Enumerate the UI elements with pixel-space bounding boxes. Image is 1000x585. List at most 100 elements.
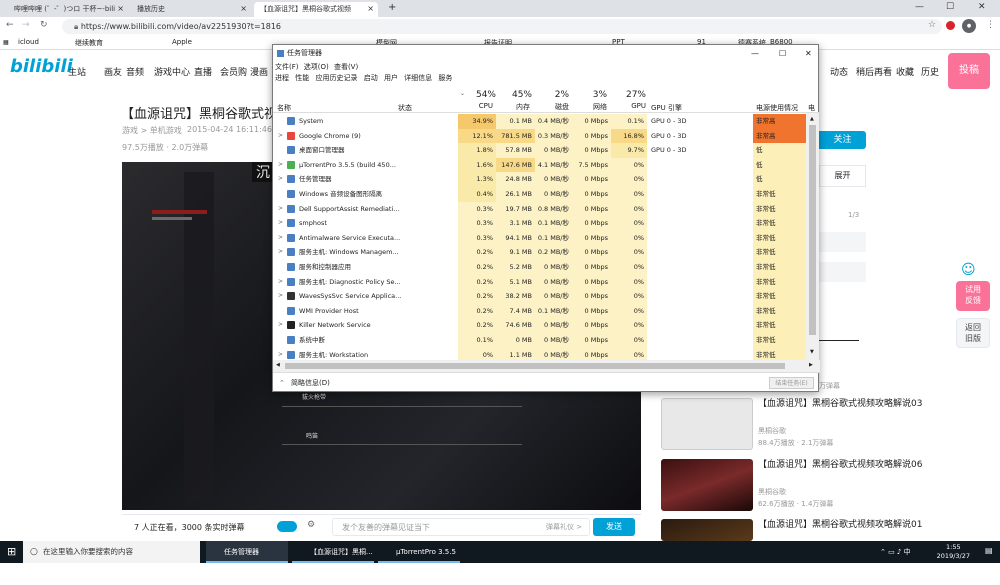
playlist-item[interactable] <box>819 232 866 252</box>
close-window-icon[interactable]: ✕ <box>978 2 986 12</box>
playlist-item[interactable] <box>819 262 866 282</box>
expand-chevron-icon[interactable]: > <box>278 289 283 304</box>
process-row[interactable]: > 服务主机: Diagnostic Policy Se... 0.2% 5.1 MB… <box>273 274 806 290</box>
process-row[interactable]: 系统中断 0.1% 0 MB 0 MB/秒 0 Mbps 0% 非常低 <box>273 333 806 348</box>
expand-chevron-icon[interactable]: > <box>278 275 283 290</box>
expand-chevron-icon[interactable]: > <box>278 129 283 144</box>
process-row[interactable]: > 服务主机: Windows Managem... 0.2% 9.1 MB 0.2 M… <box>273 245 806 260</box>
taskbar-app-chrome[interactable]: 【血源诅咒】黑桐... <box>292 541 374 563</box>
danmaku-toggle[interactable] <box>277 521 297 532</box>
process-row[interactable]: > Google Chrome (9) 12.1% 781.5 MB 0.3 MB/秒 0… <box>273 128 806 144</box>
rec-thumbnail[interactable] <box>661 459 753 511</box>
expand-button[interactable]: 展开 <box>819 165 866 187</box>
process-row[interactable]: > 任务管理器 1.3% 24.8 MB 0 MB/秒 0 Mbps 0% 低 <box>273 172 806 187</box>
video-category[interactable]: 游戏 > 单机游戏 <box>122 125 182 136</box>
menu-options[interactable]: 选项(O) <box>304 63 329 71</box>
close-icon[interactable]: × <box>367 4 374 13</box>
process-row[interactable]: 服务和控制器应用 0.2% 5.2 MB 0 MB/秒 0 Mbps 0% 非常低 <box>273 260 806 275</box>
bilibili-logo[interactable]: bilibili <box>10 56 73 77</box>
rec-title[interactable]: 【血源诅咒】黑桐谷歌式视频攻略解说06 <box>758 459 978 472</box>
notification-icon[interactable]: ▤ <box>985 546 993 555</box>
column-power[interactable]: 电源使用情况 <box>756 103 798 113</box>
nav-favorites[interactable]: 收藏 <box>896 65 914 78</box>
star-icon[interactable]: ☆ <box>928 20 936 30</box>
browser-tab-2[interactable]: 播放历史 × <box>131 2 251 17</box>
follow-button[interactable]: 关注 <box>819 131 866 149</box>
process-row[interactable]: > smphost 0.3% 3.1 MB 0.1 MB/秒 0 Mbps 0% 非常低 <box>273 216 806 231</box>
expand-chevron-icon[interactable]: > <box>278 216 283 231</box>
tab-users[interactable]: 用户 <box>384 74 398 82</box>
column-disk[interactable]: 磁盘 <box>535 102 569 112</box>
minimize-icon[interactable]: — <box>751 45 759 62</box>
maximize-icon[interactable]: ☐ <box>946 2 954 12</box>
tray-icons[interactable]: ⌃ ▭ ♪ 中 <box>880 547 911 557</box>
expand-chevron-icon[interactable]: > <box>278 318 283 333</box>
nav-history[interactable]: 历史 <box>921 65 939 78</box>
tab-app-history[interactable]: 应用历史记录 <box>315 74 357 82</box>
scroll-right-icon[interactable]: ▶ <box>809 362 813 368</box>
tab-services[interactable]: 服务 <box>438 74 452 82</box>
rec-thumbnail[interactable] <box>661 519 753 541</box>
process-row[interactable]: > Dell SupportAssist Remediati... 0.3% 19.7… <box>273 201 806 217</box>
bookmark-continuing-education[interactable]: 继续教育 <box>75 38 103 48</box>
nav-comic[interactable]: 漫画 <box>250 65 268 78</box>
horizontal-scrollbar[interactable]: ◀ ▶ <box>273 360 820 372</box>
address-bar[interactable]: 🔒︎ https://www.bilibili.com/video/av2251… <box>62 19 942 34</box>
nav-live[interactable]: 直播 <box>194 65 212 78</box>
browser-tab-1[interactable]: 哔哩哔哩 (゜-゜)つロ 干杯~-bili × <box>8 2 128 17</box>
back-icon[interactable]: ← <box>6 20 14 30</box>
nav-dynamic[interactable]: 动态 <box>830 65 848 78</box>
column-network[interactable]: 网络 <box>572 102 607 112</box>
windows-start-icon[interactable]: ⊞ <box>7 545 16 558</box>
taskbar-search[interactable]: ○ 在这里输入你要搜索的内容 <box>23 541 200 563</box>
back-to-old-button[interactable]: 返回 旧版 <box>956 318 990 348</box>
scroll-thumb[interactable] <box>285 363 785 369</box>
recommendation-item[interactable]: 【血源诅咒】黑桐谷歌式视频攻略解说03 黑桐谷歌 88.4万播放 · 2.1万弹… <box>661 398 991 453</box>
extension-icon[interactable] <box>946 21 955 30</box>
vertical-scrollbar[interactable]: ▲ ▼ <box>806 113 819 360</box>
nav-music[interactable]: 音频 <box>126 65 144 78</box>
column-gpu-engine[interactable]: GPU 引擎 <box>651 103 682 113</box>
close-icon[interactable]: ✕ <box>805 45 812 62</box>
rec-thumbnail[interactable] <box>661 398 753 450</box>
danmaku-etiquette-link[interactable]: 弹幕礼仪 > <box>546 522 582 532</box>
scroll-up-icon[interactable]: ▲ <box>810 116 814 122</box>
tab-details[interactable]: 详细信息 <box>404 74 432 82</box>
tab-startup[interactable]: 启动 <box>364 74 378 82</box>
recommendation-item[interactable]: 【血源诅咒】黑桐谷歌式视频攻略解说06 黑桐谷歌 62.6万播放 · 1.4万弹… <box>661 459 991 514</box>
nav-mall[interactable]: 会员购 <box>220 65 247 78</box>
process-row[interactable]: 桌面窗口管理器 1.8% 57.8 MB 0 MB/秒 0 Mbps 9.7% GPU 0 … <box>273 143 806 158</box>
apps-icon[interactable]: ▦ <box>3 39 9 46</box>
tab-processes[interactable]: 进程 <box>275 74 289 82</box>
browser-tab-3[interactable]: 【血源诅咒】黑桐谷歌式视频 × <box>254 2 378 17</box>
forward-icon[interactable]: → <box>22 20 30 30</box>
nav-main-site[interactable]: 主站 <box>68 65 86 78</box>
process-row[interactable]: > μTorrentPro 3.5.5 (build 450... 1.6% 147.… <box>273 157 806 173</box>
rec-title[interactable]: 【血源诅咒】黑桐谷歌式视频攻略解说03 <box>758 398 978 411</box>
column-cpu[interactable]: CPU <box>458 102 493 110</box>
danmaku-settings-icon[interactable]: ⚙ <box>307 520 315 530</box>
taskbar-clock[interactable]: 1:55 2019/3/27 <box>937 543 970 561</box>
process-row[interactable]: Windows 音频设备图形隔离 0.4% 26.1 MB 0 MB/秒 0 Mbps 0… <box>273 187 806 202</box>
bookmark-icloud[interactable]: icloud <box>18 38 39 46</box>
send-button[interactable]: 发送 <box>593 518 635 536</box>
taskbar-app-task-manager[interactable]: 任务管理器 <box>206 541 288 563</box>
maximize-icon[interactable]: ☐ <box>779 45 786 62</box>
nav-painter[interactable]: 画友 <box>104 65 122 78</box>
menu-view[interactable]: 查看(V) <box>334 63 358 71</box>
scroll-left-icon[interactable]: ◀ <box>276 362 280 368</box>
process-row[interactable]: > WavesSysSvc Service Applica... 0.2% 38.2 … <box>273 289 806 304</box>
column-memory[interactable]: 内存 <box>496 102 530 112</box>
reload-icon[interactable]: ↻ <box>40 20 48 30</box>
process-row[interactable]: WMI Provider Host 0.2% 7.4 MB 0.1 MB/秒 0 Mbp… <box>273 303 806 319</box>
rec-uploader[interactable]: 黑桐谷歌 <box>758 426 786 436</box>
minimize-icon[interactable]: — <box>915 2 924 12</box>
rec-title[interactable]: 【血源诅咒】黑桐谷歌式视频攻略解说01 <box>758 519 978 532</box>
expand-chevron-icon[interactable]: > <box>278 231 283 246</box>
process-row[interactable]: System 34.9% 0.1 MB 0.4 MB/秒 0 Mbps 0.1% GPU 0… <box>273 114 806 129</box>
nav-game-center[interactable]: 游戏中心 <box>154 65 190 78</box>
scroll-thumb[interactable] <box>809 125 816 335</box>
menu-file[interactable]: 文件(F) <box>275 63 299 71</box>
post-button[interactable]: 投稿 <box>948 53 990 89</box>
close-icon[interactable]: × <box>117 4 124 13</box>
